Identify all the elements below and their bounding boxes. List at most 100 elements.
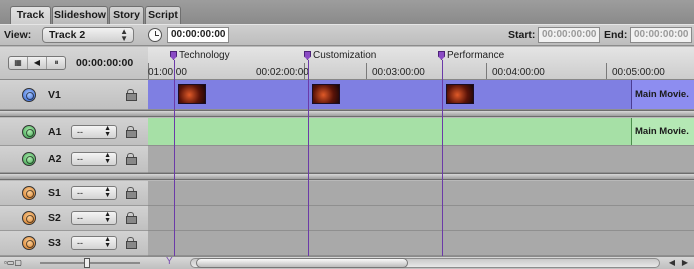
track-select[interactable]: -- ▲ ▼ bbox=[71, 236, 117, 250]
track-enable-icon[interactable] bbox=[22, 125, 36, 139]
step-icon[interactable]: ⏸ bbox=[47, 57, 66, 69]
ruler-tick bbox=[366, 63, 367, 79]
track-enable-icon[interactable] bbox=[22, 236, 36, 250]
track-name: A1 bbox=[48, 126, 62, 138]
timeline-footer: ▫▭▢ Y ◀ ▶ bbox=[0, 256, 694, 269]
header-timecode: 00:00:00:00 bbox=[76, 57, 134, 69]
track-select-value: -- bbox=[77, 213, 83, 223]
track-name: S1 bbox=[48, 187, 61, 199]
track-enable-icon[interactable] bbox=[22, 152, 36, 166]
track-header-a1: A1 -- ▲ ▼ bbox=[0, 118, 148, 146]
marker-label: Technology bbox=[179, 50, 230, 61]
track-select[interactable]: -- ▲ ▼ bbox=[71, 211, 117, 225]
grid-view-icon[interactable]: ▦ bbox=[9, 57, 28, 69]
tab-slideshow[interactable]: Slideshow bbox=[52, 6, 108, 24]
playhead-line[interactable] bbox=[174, 60, 175, 259]
track-enable-icon[interactable] bbox=[22, 88, 36, 102]
track-select-value: -- bbox=[77, 127, 83, 137]
zoom-slider-thumb[interactable] bbox=[84, 258, 90, 268]
updown-arrow-icon: ▲ ▼ bbox=[104, 152, 111, 165]
zoom-slider[interactable] bbox=[40, 262, 140, 264]
updown-arrow-icon: ▲ ▼ bbox=[104, 186, 111, 199]
end-label: End: bbox=[604, 29, 628, 41]
chapter-marker-icon bbox=[304, 51, 311, 60]
track-select-value: -- bbox=[77, 188, 83, 198]
start-timecode-field[interactable]: 00:00:00:00 bbox=[538, 27, 600, 43]
scroll-right-icon[interactable]: ▶ bbox=[679, 257, 691, 269]
track-enable-icon[interactable] bbox=[22, 186, 36, 200]
track-size-icon[interactable]: ▫▭▢ bbox=[4, 257, 22, 269]
ruler-label: 00:03:00:00 bbox=[372, 67, 425, 78]
rewind-icon[interactable]: ◀ bbox=[28, 57, 47, 69]
tab-script[interactable]: Script bbox=[145, 6, 181, 24]
updown-arrow-icon: ▲ ▼ bbox=[104, 236, 111, 249]
clip-thumbnail[interactable] bbox=[312, 84, 340, 104]
ruler-tick bbox=[606, 63, 607, 79]
view-toolbar: View: Track 2 ▲ ▼ 00:00:00:00 Start: 00:0… bbox=[0, 24, 694, 46]
view-select[interactable]: Track 2 ▲ ▼ bbox=[42, 27, 134, 43]
track-name: V1 bbox=[48, 89, 61, 101]
clip-thumbnail[interactable] bbox=[446, 84, 474, 104]
lock-icon[interactable] bbox=[126, 126, 137, 138]
track-header-a2: A2 -- ▲ ▼ bbox=[0, 146, 148, 173]
current-timecode-field[interactable]: 00:00:00:00 bbox=[167, 27, 229, 43]
chapter-marker-icon bbox=[438, 51, 445, 60]
track-name: S3 bbox=[48, 237, 61, 249]
track-lane-a1[interactable]: Main Movie. bbox=[148, 118, 694, 146]
track-lane-s1[interactable] bbox=[148, 181, 694, 206]
view-mode-buttons: ▦ ◀ ⏸ bbox=[8, 56, 66, 70]
marker-label: Customization bbox=[313, 50, 377, 61]
scrollbar-thumb[interactable] bbox=[196, 258, 408, 268]
track-select[interactable]: -- ▲ ▼ bbox=[71, 125, 117, 139]
updown-arrow-icon: ▲ ▼ bbox=[104, 211, 111, 224]
track-header-s2: S2 -- ▲ ▼ bbox=[0, 206, 148, 231]
track-select-value: -- bbox=[77, 238, 83, 248]
clip-main-movie[interactable]: Main Movie. bbox=[631, 80, 694, 109]
track-header-v1: V1 bbox=[0, 80, 148, 110]
track-name: A2 bbox=[48, 153, 62, 165]
track-group-divider[interactable] bbox=[0, 110, 694, 117]
lock-icon[interactable] bbox=[126, 237, 137, 249]
tab-track[interactable]: Track bbox=[10, 6, 51, 24]
playhead-handle-icon[interactable]: Y bbox=[166, 256, 173, 267]
ruler-tick bbox=[486, 63, 487, 79]
track-lane-a2[interactable] bbox=[148, 146, 694, 173]
track-select-value: -- bbox=[77, 154, 83, 164]
ruler-label: 01:00:00 bbox=[148, 67, 187, 78]
updown-arrow-icon: ▲ ▼ bbox=[120, 27, 128, 43]
ruler-label: 00:02:00:00 bbox=[256, 67, 309, 78]
timeline-ruler[interactable]: Technology Customization Performance 01:… bbox=[148, 47, 694, 80]
track-lane-s2[interactable] bbox=[148, 206, 694, 231]
chapter-marker-customization[interactable]: Customization bbox=[304, 51, 376, 63]
track-lane-s3[interactable] bbox=[148, 231, 694, 256]
view-select-value: Track 2 bbox=[49, 29, 86, 41]
track-name: S2 bbox=[48, 212, 61, 224]
lock-icon[interactable] bbox=[126, 89, 137, 101]
lock-icon[interactable] bbox=[126, 212, 137, 224]
chapter-marker-line bbox=[308, 60, 309, 256]
track-group-divider[interactable] bbox=[0, 173, 694, 180]
chapter-marker-technology[interactable]: Technology bbox=[170, 51, 230, 63]
lock-icon[interactable] bbox=[126, 153, 137, 165]
track-lane-v1[interactable]: Main Movie. bbox=[148, 80, 694, 110]
tab-story[interactable]: Story bbox=[109, 6, 144, 24]
clock-icon bbox=[148, 28, 162, 42]
tab-bar: Track Slideshow Story Script bbox=[0, 0, 694, 24]
view-label: View: bbox=[4, 29, 32, 41]
track-header-s1: S1 -- ▲ ▼ bbox=[0, 181, 148, 206]
ruler-label: 00:05:00:00 bbox=[612, 67, 665, 78]
track-header-controls: ▦ ◀ ⏸ 00:00:00:00 bbox=[0, 47, 148, 80]
scroll-left-icon[interactable]: ◀ bbox=[666, 257, 678, 269]
chapter-marker-performance[interactable]: Performance bbox=[438, 51, 504, 63]
track-select[interactable]: -- ▲ ▼ bbox=[71, 186, 117, 200]
updown-arrow-icon: ▲ ▼ bbox=[104, 125, 111, 138]
clip-main-movie[interactable]: Main Movie. bbox=[631, 118, 694, 145]
track-select[interactable]: -- ▲ ▼ bbox=[71, 152, 117, 166]
track-header-s3: S3 -- ▲ ▼ bbox=[0, 231, 148, 256]
end-timecode-field[interactable]: 00:00:00:00 bbox=[630, 27, 692, 43]
chapter-marker-line bbox=[442, 60, 443, 256]
clip-thumbnail[interactable] bbox=[178, 84, 206, 104]
track-enable-icon[interactable] bbox=[22, 211, 36, 225]
lock-icon[interactable] bbox=[126, 187, 137, 199]
ruler-label: 00:04:00:00 bbox=[492, 67, 545, 78]
